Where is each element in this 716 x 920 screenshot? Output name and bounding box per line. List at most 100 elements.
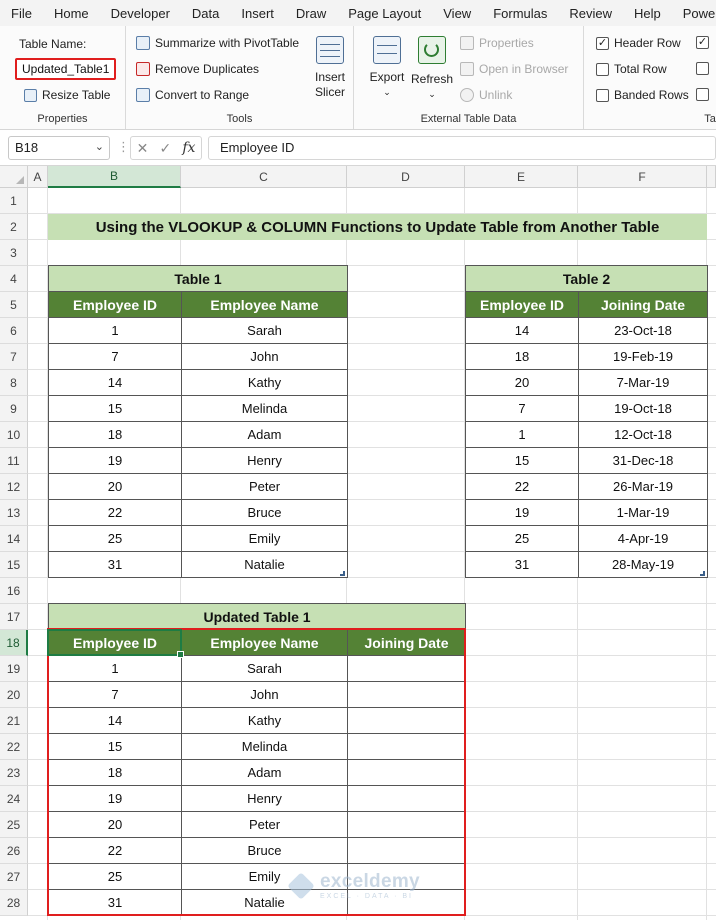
convert-to-range-button[interactable]: Convert to Range <box>136 88 249 102</box>
menu-item-10[interactable]: Help <box>623 6 672 21</box>
table-1-resize-handle[interactable] <box>340 571 345 576</box>
table3-cell[interactable]: 25 <box>48 863 182 890</box>
table2-cell[interactable]: 18 <box>465 343 579 370</box>
row-header-12[interactable]: 13 <box>0 500 28 526</box>
column-header-partial[interactable] <box>707 166 716 188</box>
table1-cell[interactable]: 25 <box>48 525 182 552</box>
column-header-5[interactable]: F <box>578 166 707 188</box>
table1-cell[interactable]: Henry <box>180 447 349 474</box>
table1-cell[interactable]: Adam <box>180 421 349 448</box>
table3-cell[interactable]: 15 <box>48 733 182 760</box>
table2-cell[interactable]: 12-Oct-18 <box>577 421 709 448</box>
table1-cell[interactable]: Kathy <box>180 369 349 396</box>
table3-cell[interactable]: Henry <box>181 785 348 812</box>
table1-cell[interactable]: 31 <box>48 551 182 578</box>
table3-cell[interactable] <box>347 681 466 708</box>
table2-cell[interactable]: 19-Oct-18 <box>577 395 709 422</box>
table3-cell[interactable]: Peter <box>181 811 348 838</box>
table-2-resize-handle[interactable] <box>700 571 705 576</box>
table1-cell[interactable]: Natalie <box>180 551 349 578</box>
table1-cell[interactable]: 20 <box>48 473 182 500</box>
table3-header-cell[interactable]: Joining Date <box>347 629 466 656</box>
table1-header-cell[interactable]: Employee Name <box>180 291 349 318</box>
table2-cell[interactable]: 23-Oct-18 <box>577 317 709 344</box>
total-row-checkbox[interactable]: Total Row <box>596 62 667 76</box>
menu-item-5[interactable]: Draw <box>285 6 337 21</box>
formula-input[interactable]: Employee ID <box>208 136 716 160</box>
table2-cell[interactable]: 28-May-19 <box>577 551 709 578</box>
table3-cell[interactable]: 22 <box>48 837 182 864</box>
updated-table-1[interactable]: Updated Table 1 Employee ID Employee Name J… <box>48 603 466 916</box>
row-header-5[interactable]: 6 <box>0 318 28 344</box>
table2-cell[interactable]: 22 <box>465 473 579 500</box>
table3-cell[interactable] <box>347 759 466 786</box>
table3-cell[interactable]: 31 <box>48 889 182 916</box>
menu-item-0[interactable]: File <box>0 6 43 21</box>
menu-item-9[interactable]: Review <box>558 6 623 21</box>
row-header-2[interactable]: 3 <box>0 240 28 266</box>
table2-cell[interactable]: 31 <box>465 551 579 578</box>
table3-cell[interactable]: 1 <box>48 655 182 682</box>
table2-cell[interactable]: 14 <box>465 317 579 344</box>
resize-table-button[interactable]: Resize Table <box>24 88 110 102</box>
table-2[interactable]: Table 2 Employee ID Joining Date 14 23-Oct-1… <box>464 265 709 578</box>
table2-cell[interactable]: 1-Mar-19 <box>577 499 709 526</box>
column-header-1[interactable]: B <box>48 166 181 188</box>
row-header-16[interactable]: 17 <box>0 604 28 630</box>
table3-cell[interactable]: John <box>181 681 348 708</box>
enter-icon[interactable]: ✓ <box>159 140 171 157</box>
row-header-24[interactable]: 25 <box>0 812 28 838</box>
table3-cell[interactable] <box>347 811 466 838</box>
table3-cell[interactable]: 20 <box>48 811 182 838</box>
chevron-down-icon[interactable]: ⌄ <box>95 140 104 153</box>
table2-header-cell[interactable]: Joining Date <box>577 291 709 318</box>
first-column-checkbox[interactable]: ✓ <box>696 36 709 49</box>
menu-item-2[interactable]: Developer <box>100 6 181 21</box>
table2-cell[interactable]: 19 <box>465 499 579 526</box>
table3-cell[interactable]: Sarah <box>181 655 348 682</box>
cancel-icon[interactable]: ✕ <box>137 140 149 157</box>
column-header-3[interactable]: D <box>347 166 465 188</box>
row-header-22[interactable]: 23 <box>0 760 28 786</box>
row-header-18[interactable]: 19 <box>0 656 28 682</box>
table1-cell[interactable]: 15 <box>48 395 182 422</box>
table2-cell[interactable]: 15 <box>465 447 579 474</box>
table3-cell[interactable] <box>347 707 466 734</box>
row-header-6[interactable]: 7 <box>0 344 28 370</box>
table1-cell[interactable]: Melinda <box>180 395 349 422</box>
table3-caption[interactable]: Updated Table 1 <box>48 603 466 630</box>
row-header-15[interactable]: 16 <box>0 578 28 604</box>
table2-cell[interactable]: 25 <box>465 525 579 552</box>
table2-cell[interactable]: 19-Feb-19 <box>577 343 709 370</box>
table1-cell[interactable]: Sarah <box>180 317 349 344</box>
table1-cell[interactable]: 19 <box>48 447 182 474</box>
row-header-26[interactable]: 27 <box>0 864 28 890</box>
row-header-9[interactable]: 10 <box>0 422 28 448</box>
table-1[interactable]: Table 1 Employee ID Employee Name 1 Sarah 7 Jo… <box>47 265 349 578</box>
table1-caption[interactable]: Table 1 <box>47 265 349 292</box>
open-in-browser-button[interactable]: Open in Browser <box>460 62 568 76</box>
table2-header-cell[interactable]: Employee ID <box>465 291 579 318</box>
row-header-25[interactable]: 26 <box>0 838 28 864</box>
row-header-20[interactable]: 21 <box>0 708 28 734</box>
column-header-4[interactable]: E <box>465 166 578 188</box>
menu-item-3[interactable]: Data <box>181 6 230 21</box>
remove-duplicates-button[interactable]: Remove Duplicates <box>136 62 259 76</box>
column-header-2[interactable]: C <box>181 166 347 188</box>
table2-cell[interactable]: 1 <box>465 421 579 448</box>
insert-slicer-button[interactable]: Insert Slicer <box>310 34 350 104</box>
table3-cell[interactable] <box>347 655 466 682</box>
row-header-8[interactable]: 9 <box>0 396 28 422</box>
properties-button[interactable]: Properties <box>460 36 534 50</box>
refresh-button[interactable]: Refresh ⌄ <box>410 34 454 104</box>
table3-cell[interactable] <box>347 733 466 760</box>
table2-cell[interactable]: 26-Mar-19 <box>577 473 709 500</box>
sheet-title[interactable]: Using the VLOOKUP & COLUMN Functions to … <box>48 214 707 240</box>
row-header-17[interactable]: 18 <box>0 630 28 656</box>
menu-item-8[interactable]: Formulas <box>482 6 558 21</box>
banded-columns-checkbox[interactable] <box>696 88 709 101</box>
select-all-corner[interactable] <box>0 166 28 188</box>
table3-cell[interactable]: Bruce <box>181 837 348 864</box>
banded-rows-checkbox[interactable]: Banded Rows <box>596 88 689 102</box>
table2-cell[interactable]: 4-Apr-19 <box>577 525 709 552</box>
